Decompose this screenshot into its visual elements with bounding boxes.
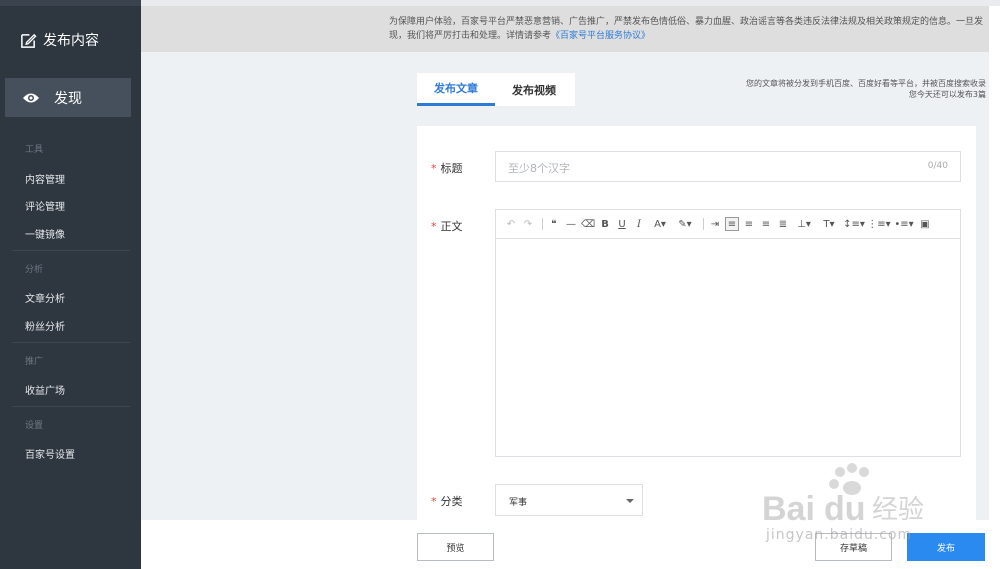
title-label: * 标题 xyxy=(431,160,463,176)
blockquote-icon[interactable]: ❝ xyxy=(547,217,561,231)
sidebar-divider xyxy=(12,342,130,343)
paragraph-spacing-icon[interactable]: ⊥▾ xyxy=(793,217,815,231)
undo-icon[interactable]: ↶ xyxy=(504,217,518,231)
sidebar-item-account-settings[interactable]: 百家号设置 xyxy=(25,446,75,461)
font-color-glyph: A xyxy=(654,218,661,230)
publish-hint: 您的文章将被分发到手机百度、百度好看等平台，并被百度搜索收录 您今天还可以发布3… xyxy=(746,78,986,100)
sidebar-divider xyxy=(12,250,130,251)
horizontal-rule-icon[interactable]: — xyxy=(564,217,578,231)
unordered-list-icon[interactable]: •≡▾ xyxy=(893,217,915,231)
sidebar-top-strip xyxy=(0,0,141,6)
sidebar-publish-content[interactable]: 发布内容 xyxy=(20,28,99,52)
body-label: * 正文 xyxy=(431,218,463,234)
sidebar-item-mirror[interactable]: 一键镜像 xyxy=(25,226,65,241)
sidebar-divider xyxy=(12,406,130,407)
category-label: * 分类 xyxy=(431,493,463,509)
required-mark: * xyxy=(431,220,437,233)
title-label-text: 标题 xyxy=(440,162,463,175)
notice-text: 为保障用户体验，百家号平台严禁恶意营销、广告推广，严禁发布色情低俗、暴力血腥、政… xyxy=(389,15,989,43)
notice-bar: 为保障用户体验，百家号平台严禁恶意营销、广告推广，严禁发布色情低俗、暴力血腥、政… xyxy=(141,6,989,52)
bold-icon[interactable]: B xyxy=(598,217,612,231)
sidebar-discover-label: 发现 xyxy=(54,90,82,107)
chevron-down-icon xyxy=(626,499,634,503)
align-justify-icon[interactable]: ≣ xyxy=(776,217,790,231)
sidebar-item-article-analysis[interactable]: 文章分析 xyxy=(25,290,65,305)
hint-remaining: 您今天还可以发布3篇 xyxy=(908,90,986,99)
sidebar-group-tools: 工具 xyxy=(25,145,44,155)
eye-icon xyxy=(23,93,39,102)
toolbar-separator xyxy=(703,218,704,230)
edit-icon xyxy=(21,33,37,48)
highlight-icon[interactable]: ✎▾ xyxy=(674,217,696,231)
editor-toolbar: ↶ ↷ ❝ — ⌫ B U I A ▾ ✎▾ ⇥ ≡ ≡ ≡ ≣ ⊥▾ T▾ ↕≡… xyxy=(496,210,960,239)
underline-icon[interactable]: U xyxy=(615,217,629,231)
sidebar-item-revenue-square[interactable]: 收益广场 xyxy=(25,382,65,397)
title-char-count: 0/40 xyxy=(927,161,948,171)
category-select[interactable]: 军事 xyxy=(495,484,643,516)
align-right-icon[interactable]: ≡ xyxy=(759,217,773,231)
sidebar-group-settings: 设置 xyxy=(25,421,44,431)
hint-distribution: 您的文章将被分发到手机百度、百度好看等平台，并被百度搜索收录 xyxy=(746,79,986,88)
sidebar-item-content-manage[interactable]: 内容管理 xyxy=(25,171,65,186)
eraser-icon[interactable]: ⌫ xyxy=(581,217,595,231)
category-label-text: 分类 xyxy=(440,495,463,508)
redo-icon[interactable]: ↷ xyxy=(521,217,535,231)
scrollbar-track[interactable] xyxy=(989,6,1000,569)
sidebar-item-comment-manage[interactable]: 评论管理 xyxy=(25,198,65,213)
service-agreement-link[interactable]: 《百家号平台服务协议》 xyxy=(551,31,650,41)
preview-button[interactable]: 预览 xyxy=(417,533,494,561)
sidebar: 发布内容 发现 工具 内容管理 评论管理 一键镜像 分析 文章分析 粉丝分析 推… xyxy=(0,0,141,569)
body-label-text: 正文 xyxy=(440,220,463,233)
sidebar-publish-label: 发布内容 xyxy=(43,33,99,49)
sidebar-discover[interactable]: 发现 xyxy=(5,78,131,117)
font-color-icon[interactable]: A ▾ xyxy=(649,217,671,231)
line-height-icon[interactable]: ↕≡▾ xyxy=(843,217,865,231)
sidebar-group-analysis: 分析 xyxy=(25,265,44,275)
required-mark: * xyxy=(431,162,437,175)
notice-message: 为保障用户体验，百家号平台严禁恶意营销、广告推广，严禁发布色情低俗、暴力血腥、政… xyxy=(389,17,984,41)
align-left-icon[interactable]: ≡ xyxy=(725,217,739,231)
toolbar-separator xyxy=(542,218,543,230)
sidebar-group-promote: 推广 xyxy=(25,357,44,367)
title-placeholder: 至少8个汉字 xyxy=(508,162,570,175)
ordered-list-icon[interactable]: ⋮≡▾ xyxy=(867,217,890,231)
publish-button[interactable]: 发布 xyxy=(907,533,985,561)
tab-publish-video[interactable]: 发布视频 xyxy=(495,73,573,106)
heading-icon[interactable]: T▾ xyxy=(818,217,840,231)
publish-tabs: 发布文章 发布视频 xyxy=(417,73,575,106)
watermark-url: jingyan.baidu.com xyxy=(766,527,913,543)
italic-icon[interactable]: I xyxy=(632,217,646,231)
rich-text-editor: ↶ ↷ ❝ — ⌫ B U I A ▾ ✎▾ ⇥ ≡ ≡ ≡ ≣ ⊥▾ T▾ ↕≡… xyxy=(495,209,961,457)
indent-icon[interactable]: ⇥ xyxy=(708,217,722,231)
tab-publish-article[interactable]: 发布文章 xyxy=(417,73,495,106)
align-center-icon[interactable]: ≡ xyxy=(742,217,756,231)
title-input[interactable]: 至少8个汉字 0/40 xyxy=(495,151,961,182)
required-mark: * xyxy=(431,495,437,508)
category-value: 军事 xyxy=(509,498,528,508)
image-icon[interactable]: ▣ xyxy=(918,217,932,231)
sidebar-item-fans-analysis[interactable]: 粉丝分析 xyxy=(25,318,65,333)
